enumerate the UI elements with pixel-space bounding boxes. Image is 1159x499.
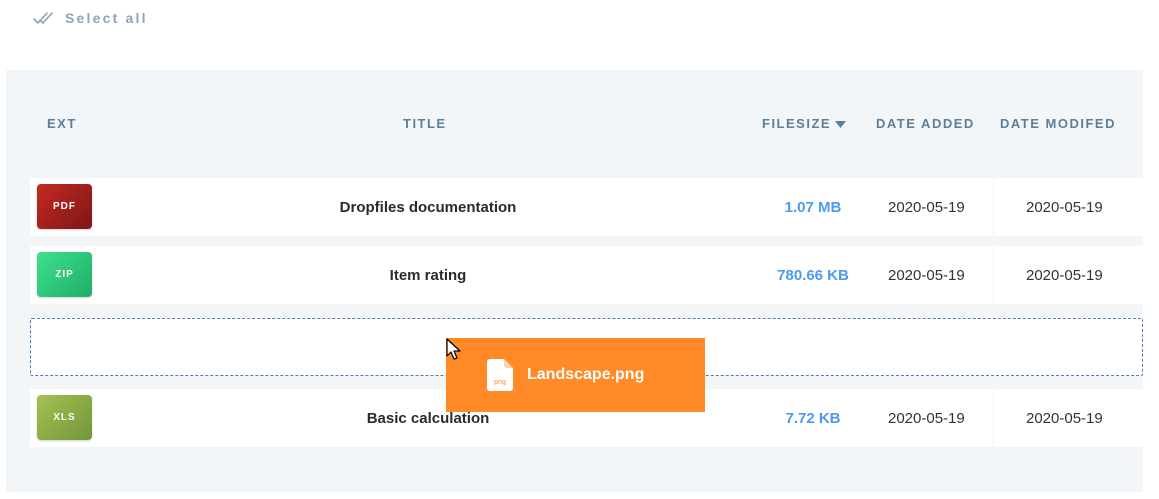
date-added: 2020-05-19 bbox=[888, 409, 965, 427]
svg-text:png: png bbox=[494, 379, 506, 386]
select-all-label: Select all bbox=[65, 10, 148, 26]
date-modified: 2020-05-19 bbox=[1026, 266, 1103, 284]
xls-file-icon: XLS bbox=[37, 395, 92, 440]
sort-down-icon bbox=[835, 116, 847, 131]
date-added: 2020-05-19 bbox=[888, 266, 965, 284]
column-divider bbox=[993, 246, 994, 304]
png-file-icon: png bbox=[487, 359, 513, 391]
file-size: 780.66 KB bbox=[777, 266, 849, 284]
file-title[interactable]: Item rating bbox=[218, 246, 638, 304]
file-title[interactable]: Dropfiles documentation bbox=[218, 178, 638, 236]
file-size: 7.72 KB bbox=[785, 409, 841, 427]
mouse-pointer-icon bbox=[446, 338, 462, 367]
column-header-filesize[interactable]: FILESIZE bbox=[762, 116, 847, 131]
column-header-date-added[interactable]: DATE ADDED bbox=[876, 116, 975, 131]
column-header-title[interactable]: TITLE bbox=[403, 116, 447, 131]
date-modified: 2020-05-19 bbox=[1026, 198, 1103, 216]
table-row[interactable]: ZIP Item rating 780.66 KB 2020-05-19 202… bbox=[30, 246, 1143, 304]
pdf-file-icon: PDF bbox=[37, 184, 92, 229]
column-header-ext[interactable]: EXT bbox=[47, 116, 77, 131]
file-size: 1.07 MB bbox=[784, 198, 842, 216]
column-divider bbox=[993, 178, 994, 236]
column-header-date-modified[interactable]: DATE MODIFED bbox=[1000, 116, 1116, 131]
date-modified: 2020-05-19 bbox=[1026, 409, 1103, 427]
zip-file-icon: ZIP bbox=[37, 252, 92, 297]
date-added: 2020-05-19 bbox=[888, 198, 965, 216]
double-check-icon bbox=[33, 11, 55, 25]
table-row[interactable]: PDF Dropfiles documentation 1.07 MB 2020… bbox=[30, 178, 1143, 236]
column-divider bbox=[993, 389, 994, 447]
select-all-button[interactable]: Select all bbox=[33, 8, 148, 28]
column-header-filesize-label: FILESIZE bbox=[762, 116, 832, 131]
drag-file-name: Landscape.png bbox=[527, 366, 645, 383]
drag-preview[interactable]: png Landscape.png bbox=[446, 338, 705, 412]
